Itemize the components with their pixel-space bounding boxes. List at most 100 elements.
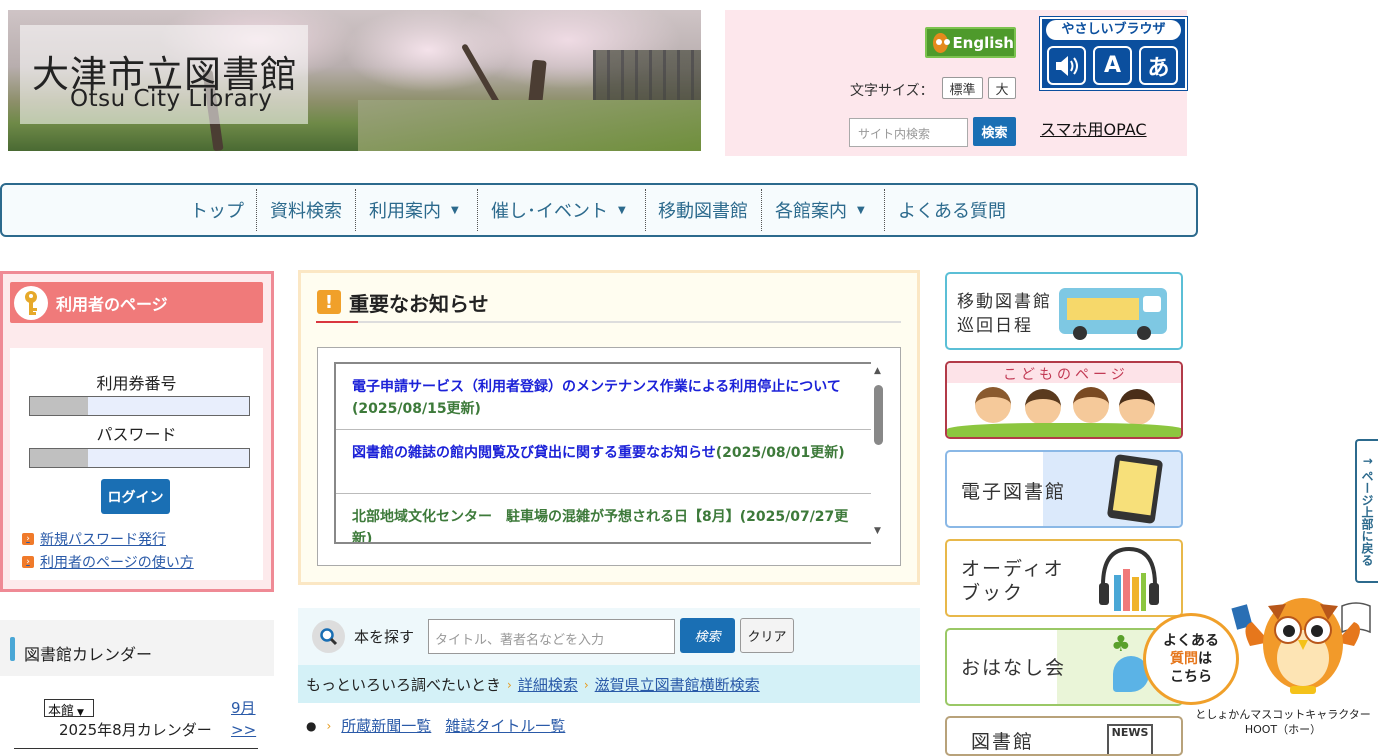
library-news-banner[interactable]: 図書館 NEWS (945, 716, 1183, 756)
book-search-input[interactable]: タイトル、著者名などを入力 (428, 619, 675, 654)
nav-branches[interactable]: 各館案内 ▼ (775, 185, 865, 235)
banner-label: オーディオ ブック (961, 558, 1065, 604)
nav-mobile-library[interactable]: 移動図書館 (658, 185, 748, 235)
periodicals-links: ● › 所蔵新聞一覧 雑誌タイトル一覧 (306, 715, 565, 736)
mascot-caption-line: としょかんマスコットキャラクター (1195, 708, 1371, 721)
notices-divider-accent (316, 321, 358, 323)
calendar-title: 図書館カレンダー (24, 645, 153, 664)
notice-item[interactable]: 図書館の雑誌の館内閲覧及び貸出に関する重要なお知らせ(2025/08/01更新) (336, 430, 871, 494)
caret-down-icon: ▼ (451, 204, 459, 216)
nav-separator (477, 189, 478, 231)
calendar-accent-bar (10, 637, 15, 661)
child-face-icon (1025, 389, 1061, 425)
bullet-icon: ● (306, 718, 317, 733)
book-search-button[interactable]: 検索 (680, 618, 735, 653)
mascot-caption-line: HOOT（ホー） (1244, 723, 1322, 736)
chevron-right-icon: › (507, 677, 512, 692)
magazines-list-link[interactable]: 雑誌タイトル一覧 (445, 715, 565, 736)
fontsize-large-button[interactable]: 大 (988, 77, 1016, 99)
password-input[interactable] (29, 448, 250, 468)
faq-bubble-line: よくある (1163, 633, 1219, 649)
login-button[interactable]: ログイン (101, 479, 170, 514)
furigana-icon[interactable]: あ (1139, 46, 1178, 85)
notice-link[interactable]: 電子申請サービス（利用者登録）のメンテナンス作業による利用停止について (352, 379, 841, 395)
notice-link[interactable]: 図書館の雑誌の館内閲覧及び貸出に関する重要なお知らせ (352, 445, 716, 461)
newspapers-list-link[interactable]: 所蔵新聞一覧 (341, 715, 431, 736)
link-label: 利用者のページの使い方 (40, 555, 194, 571)
fontsize-label: 文字サイズ： (850, 83, 934, 99)
advanced-search-links: もっといろいろ調べたいとき › 詳細検索 › 滋賀県立図書館横断検索 (306, 674, 760, 695)
calendar-grid (14, 748, 258, 752)
site-search-button[interactable]: 検索 (973, 117, 1016, 146)
site-search-input[interactable]: サイト内検索 (849, 118, 968, 147)
faq-bubble-line: は (1198, 651, 1212, 667)
nav-guide[interactable]: 利用案内 ▼ (369, 185, 459, 235)
scroll-down-icon[interactable]: ▼ (874, 526, 881, 536)
kids-page-banner[interactable]: こどものページ (945, 361, 1183, 439)
chevron-down-icon: ▼ (77, 708, 84, 718)
advanced-search-text: もっといろいろ調べたいとき (306, 676, 502, 694)
headphones-icon (1097, 545, 1161, 615)
nav-catalog-search[interactable]: 資料検索 (270, 185, 342, 235)
nav-label: 利用案内 (369, 201, 441, 222)
detailed-search-link[interactable]: 詳細検索 (518, 674, 578, 695)
next-month-arrow: >> (231, 721, 257, 739)
calendar-next-month-link[interactable]: 9月 >> (231, 697, 256, 741)
nav-label: 移動図書館 (658, 201, 748, 222)
chevron-right-icon: › (583, 677, 589, 692)
shiga-cross-search-link[interactable]: 滋賀県立図書館横断検索 (595, 674, 760, 695)
card-number-label: 利用券番号 (96, 374, 177, 393)
nav-top[interactable]: トップ (190, 185, 244, 235)
branch-select[interactable]: 本館 ▼ (44, 699, 94, 719)
fontsize-standard-button[interactable]: 標準 (942, 77, 983, 99)
bus-icon (1059, 288, 1167, 340)
notices-title: 重要なお知らせ (349, 292, 489, 316)
exclamation-icon: ! (317, 290, 341, 314)
banner-label: 移動図書館 巡回日程 (957, 292, 1052, 336)
speaker-icon[interactable] (1047, 46, 1086, 85)
smartphone-opac-link[interactable]: スマホ用OPAC (1040, 116, 1147, 140)
arrow-right-icon: › (22, 533, 34, 545)
calendar-month-label: 2025年8月カレンダー (59, 721, 212, 739)
nav-faq[interactable]: よくある質問 (898, 185, 1006, 235)
key-icon (14, 286, 48, 320)
nav-label: よくある質問 (898, 201, 1006, 222)
child-face-icon (1073, 387, 1109, 423)
child-face-icon (1119, 389, 1155, 425)
caret-down-icon: ▼ (618, 204, 626, 216)
text-size-icon[interactable]: A (1093, 46, 1132, 85)
page-top-button[interactable]: ↑ ページ上部に戻る (1355, 439, 1378, 583)
notice-link[interactable]: 北部地域文化センター 駐車場の混雑が予想される日【8月】(2025/07/27更… (352, 509, 848, 542)
card-number-input[interactable] (29, 396, 250, 416)
notice-date: (2025/08/15更新) (352, 401, 481, 417)
owl-mascot-image[interactable] (1230, 586, 1376, 698)
notice-item[interactable]: 北部地域文化センター 駐車場の混雑が予想される日【8月】(2025/07/27更… (336, 494, 871, 542)
user-page-help-link[interactable]: › 利用者のページの使い方 (22, 552, 194, 572)
nav-events[interactable]: 催し･イベント ▼ (491, 185, 626, 235)
magnifier-icon (312, 620, 345, 653)
notice-item[interactable]: 電子申請サービス（利用者登録）のメンテナンス作業による利用停止について (2025… (336, 364, 871, 430)
site-logo-en[interactable]: Otsu City Library (70, 86, 272, 112)
scrollbar-thumb[interactable] (874, 385, 883, 445)
new-password-link[interactable]: › 新規パスワード発行 (22, 529, 166, 549)
newspaper-icon: NEWS (1107, 724, 1153, 754)
banner-label: おはなし会 (961, 657, 1067, 679)
nav-separator (761, 189, 762, 231)
mobile-library-banner[interactable]: 移動図書館 巡回日程 (945, 272, 1183, 350)
link-label: 新規パスワード発行 (40, 532, 166, 548)
book-search-clear-button[interactable]: クリア (740, 618, 794, 653)
mascot-caption: としょかんマスコットキャラクター HOOT（ホー） (1192, 707, 1374, 737)
banner-label: 電子図書館 (961, 481, 1067, 503)
faq-bubble-line: こちら (1170, 669, 1212, 685)
scroll-up-icon[interactable]: ▲ (874, 366, 881, 376)
nav-label: 資料検索 (270, 201, 342, 222)
owl-icon (933, 32, 951, 53)
faq-bubble-button[interactable]: よくある 質問は こちら (1143, 613, 1239, 705)
e-library-banner[interactable]: 電子図書館 (945, 450, 1183, 528)
faq-bubble-highlight: 質問 (1170, 651, 1198, 667)
english-button[interactable]: English (925, 27, 1016, 58)
nav-separator (884, 189, 885, 231)
notices-divider (316, 321, 901, 323)
banner-label: 図書館 (971, 731, 1035, 753)
audiobook-banner[interactable]: オーディオ ブック (945, 539, 1183, 617)
